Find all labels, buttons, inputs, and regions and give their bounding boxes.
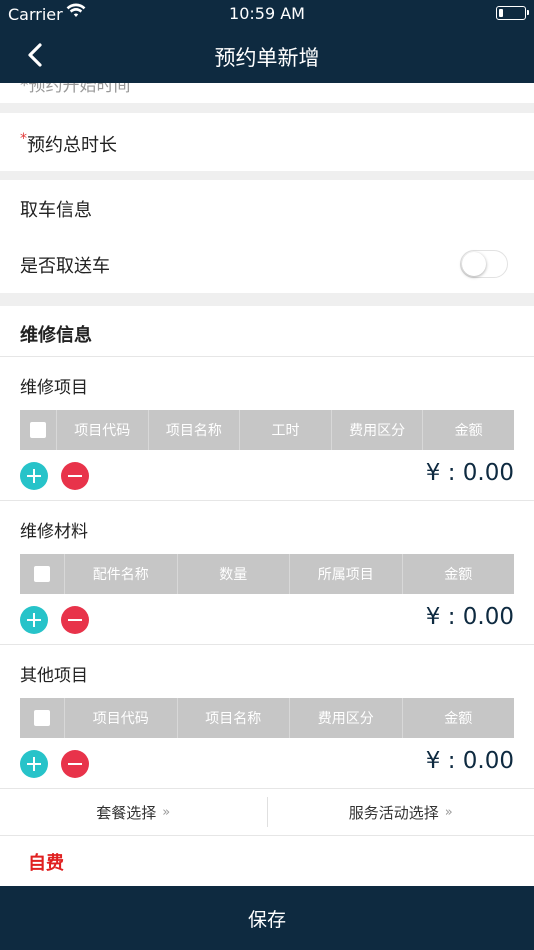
add-other-item-button[interactable]: [20, 750, 48, 778]
pickup-toggle-label: 是否取送车: [20, 256, 110, 277]
package-select-label: 套餐选择: [96, 803, 157, 822]
toggle-knob: [462, 252, 486, 276]
double-chevron-right-icon: »: [444, 804, 453, 820]
column-header: 费用区分: [289, 698, 402, 738]
service-activity-select-button[interactable]: 服务活动选择 »: [268, 789, 534, 835]
form-content: *预约开始时间 *预约总时长 取车信息 是否取送车 维修信息 维修项目 项目代码…: [0, 83, 534, 886]
materials-select-all-checkbox[interactable]: [34, 566, 50, 582]
status-bar: Carrier 10:59 AM: [0, 0, 534, 28]
column-header: 所属项目: [289, 554, 402, 594]
column-header: 项目名称: [176, 698, 290, 738]
column-header: 金额: [401, 698, 515, 738]
column-header: 项目名称: [147, 410, 240, 450]
repair-materials-total: ¥ : 0.00: [425, 604, 514, 630]
remove-repair-item-button[interactable]: [61, 462, 89, 490]
repair-items-select-all-checkbox[interactable]: [30, 422, 46, 438]
add-repair-item-button[interactable]: [20, 462, 48, 490]
repair-items-title: 维修项目: [20, 378, 88, 398]
column-header: 金额: [422, 410, 514, 450]
duration-row[interactable]: *预约总时长: [0, 113, 534, 171]
package-select-button[interactable]: 套餐选择 »: [0, 789, 267, 835]
other-items-table-header: 项目代码 项目名称 费用区分 金额: [20, 698, 514, 738]
column-header: 金额: [401, 554, 515, 594]
repair-materials-title: 维修材料: [20, 522, 88, 542]
remove-material-button[interactable]: [61, 606, 89, 634]
repair-header: 维修信息: [20, 325, 92, 346]
column-header: 项目代码: [64, 698, 177, 738]
partial-row-label: *预约开始时间: [20, 83, 131, 96]
clock: 10:59 AM: [229, 4, 305, 23]
save-button[interactable]: 保存: [0, 886, 534, 950]
repair-items-total: ¥ : 0.00: [425, 460, 514, 486]
pickup-toggle[interactable]: [460, 250, 508, 278]
service-activity-select-label: 服务活动选择: [348, 803, 439, 822]
duration-label: 预约总时长: [27, 135, 117, 156]
column-header: 项目代码: [56, 410, 148, 450]
column-header: 配件名称: [64, 554, 177, 594]
page-title: 预约单新增: [214, 46, 320, 70]
partial-row: *预约开始时间: [0, 83, 534, 103]
selection-bar: 套餐选择 » 服务活动选择 »: [0, 789, 534, 835]
other-items-title: 其他项目: [20, 666, 88, 686]
add-material-button[interactable]: [20, 606, 48, 634]
double-chevron-right-icon: »: [162, 804, 171, 820]
pickup-header: 取车信息: [20, 200, 92, 221]
required-mark: *: [20, 131, 27, 147]
remove-other-item-button[interactable]: [61, 750, 89, 778]
repair-materials-table-header: 配件名称 数量 所属项目 金额: [20, 554, 514, 594]
repair-items-table-header: 项目代码 项目名称 工时 费用区分 金额: [20, 410, 514, 450]
other-items-total: ¥ : 0.00: [425, 748, 514, 774]
nav-bar: 预约单新增: [0, 28, 534, 83]
other-items-select-all-checkbox[interactable]: [34, 710, 50, 726]
column-header: 工时: [239, 410, 331, 450]
pickup-section: 取车信息 是否取送车: [0, 180, 534, 293]
repair-section: 维修信息 维修项目 项目代码 项目名称 工时 费用区分 金额 ¥ : 0.00 …: [0, 306, 534, 886]
column-header: 数量: [176, 554, 290, 594]
battery-icon: [496, 6, 529, 20]
payment-type-self-pay[interactable]: 自费: [28, 849, 64, 875]
column-header: 费用区分: [330, 410, 423, 450]
